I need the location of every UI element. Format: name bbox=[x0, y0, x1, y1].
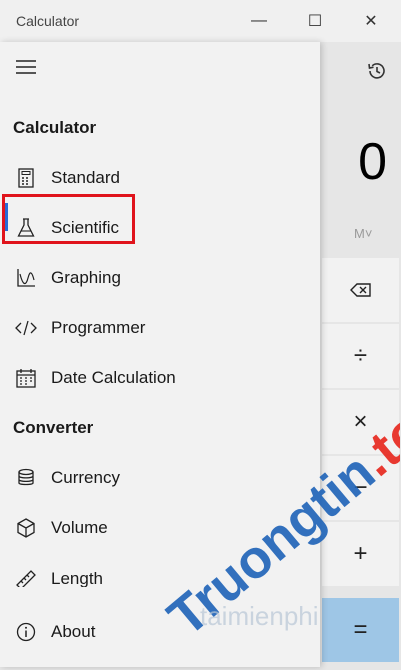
nav-item-label: Currency bbox=[51, 468, 120, 487]
history-icon bbox=[368, 63, 385, 79]
nav-item-label: Graphing bbox=[51, 268, 121, 287]
nav-item-length[interactable]: Length bbox=[0, 555, 320, 587]
memory-button[interactable]: M˅ bbox=[354, 226, 372, 241]
maximize-button[interactable]: ☐ bbox=[292, 0, 338, 42]
divide-key[interactable]: ÷ bbox=[322, 324, 399, 388]
hamburger-icon bbox=[16, 60, 36, 74]
equals-key[interactable]: = bbox=[322, 598, 399, 662]
app-title: Calculator bbox=[16, 13, 80, 29]
menu-button[interactable] bbox=[12, 54, 40, 80]
nav-item-label: Programmer bbox=[51, 318, 146, 337]
ruler-icon bbox=[13, 569, 39, 587]
code-icon bbox=[13, 317, 39, 339]
nav-item-graphing[interactable]: Graphing bbox=[0, 255, 320, 301]
nav-item-label: About bbox=[51, 622, 96, 641]
close-button[interactable]: ✕ bbox=[348, 0, 394, 42]
nav-item-programmer[interactable]: Programmer bbox=[0, 305, 320, 351]
calculator-body: 0 M˅ ÷ × − + = bbox=[320, 42, 401, 667]
nav-item-date-calculation[interactable]: Date Calculation bbox=[0, 355, 320, 401]
title-bar: Calculator — ☐ ✕ bbox=[0, 0, 401, 42]
section-header-converter: Converter bbox=[13, 418, 94, 437]
nav-item-label: Standard bbox=[51, 168, 120, 187]
subtract-key[interactable]: − bbox=[322, 456, 399, 520]
display-value: 0 bbox=[358, 133, 387, 191]
cube-icon bbox=[13, 517, 39, 539]
nav-item-volume[interactable]: Volume bbox=[0, 505, 320, 551]
nav-item-currency[interactable]: Currency bbox=[0, 455, 320, 501]
calendar-icon bbox=[13, 367, 39, 389]
minimize-icon: — bbox=[251, 12, 267, 29]
backspace-icon bbox=[349, 283, 371, 297]
standard-calculator-icon bbox=[13, 167, 39, 189]
nav-item-label: Date Calculation bbox=[51, 368, 176, 387]
add-key[interactable]: + bbox=[322, 522, 399, 586]
history-button[interactable] bbox=[360, 54, 394, 88]
navigation-pane: Calculator Standard Scientific Graphing … bbox=[0, 42, 320, 667]
coins-icon bbox=[13, 467, 39, 489]
section-header-calculator: Calculator bbox=[13, 118, 97, 137]
nav-item-about[interactable]: About bbox=[0, 609, 320, 655]
maximize-icon: ☐ bbox=[307, 13, 323, 30]
multiply-key[interactable]: × bbox=[322, 390, 399, 454]
graph-icon bbox=[13, 267, 39, 289]
nav-item-label: Volume bbox=[51, 518, 108, 537]
backspace-key[interactable] bbox=[322, 258, 399, 322]
info-icon bbox=[13, 621, 39, 643]
highlight-box bbox=[2, 194, 135, 244]
close-icon: ✕ bbox=[364, 13, 378, 30]
minimize-button[interactable]: — bbox=[236, 0, 282, 42]
nav-item-label: Length bbox=[51, 569, 103, 587]
